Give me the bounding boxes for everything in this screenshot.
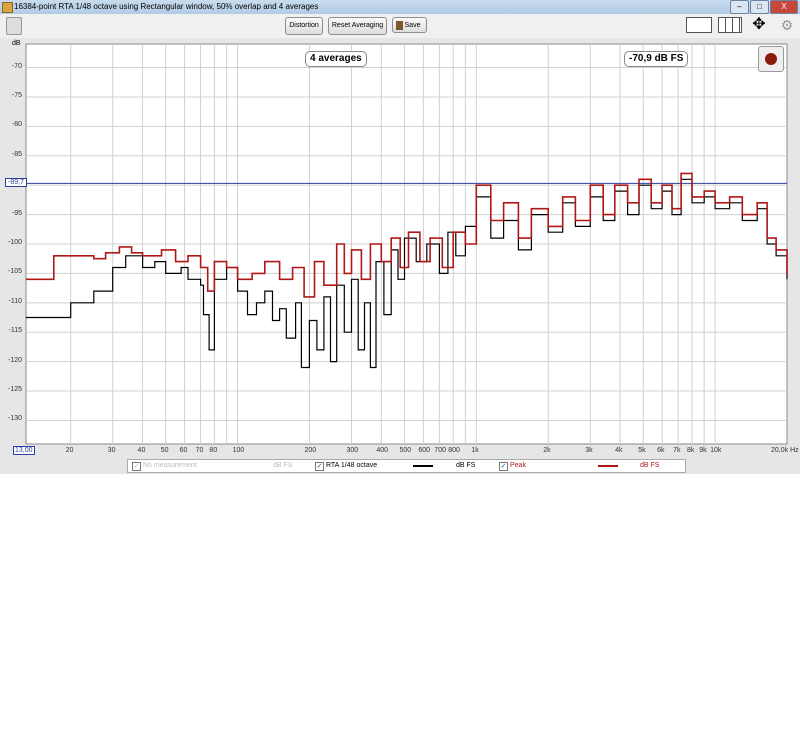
averages-badge: 4 averages	[305, 51, 367, 67]
legend-label: No measurement	[143, 462, 197, 469]
y-tick-label: -110	[8, 297, 23, 305]
x-tick-label: 8k	[686, 447, 695, 454]
y-tick-label: -80	[11, 121, 22, 129]
x-tick-label: 700	[434, 447, 447, 454]
x-tick-label: 500	[399, 447, 412, 454]
x-tick-label: 200	[304, 447, 317, 454]
y-tick-label: -100	[7, 239, 22, 246]
x-tick-label: 50	[160, 447, 169, 454]
y-tick-label: -130	[7, 415, 22, 423]
legend-swatch	[598, 465, 618, 467]
y-tick-label: -85	[11, 150, 22, 158]
cursor-y-readout: -89,7	[5, 178, 27, 187]
record-icon	[765, 53, 777, 65]
x-tick-label: 3k	[585, 447, 593, 454]
y-tick-label: -70	[11, 62, 22, 70]
y-tick-label: -120	[7, 356, 22, 364]
x-tick-label: 600	[418, 447, 431, 454]
y-tick-label: -95	[11, 209, 22, 217]
legend-checkbox-peak[interactable]: ✓	[499, 462, 508, 471]
x-tick-label: 5k	[638, 447, 646, 454]
x-tick-label: 1k	[471, 447, 479, 454]
x-tick-label: 80	[209, 447, 218, 454]
x-tick-label: 2k	[543, 447, 551, 454]
x-tick-label: 60	[179, 447, 188, 454]
x-tick-label: 70	[195, 447, 204, 454]
cursor-x-readout: 13,00	[13, 446, 35, 455]
legend-unit: dB FS	[640, 462, 660, 469]
y-tick-label: -125	[7, 386, 22, 394]
legend-label: Peak	[510, 462, 526, 469]
x-tick-label: 30	[107, 447, 116, 454]
x-tick-label: 400	[376, 447, 388, 454]
x-tick-label: 300	[346, 447, 359, 454]
x-tick-label: 100	[232, 447, 245, 454]
x-tick-label: 40	[137, 447, 146, 454]
x-tick-label: 20,0k Hz	[771, 447, 799, 454]
x-tick-label: 800	[448, 447, 460, 454]
y-tick-label: -75	[11, 91, 22, 99]
legend-unit: dB FS	[456, 462, 476, 469]
record-button[interactable]	[758, 46, 784, 72]
legend-checkbox-no-measurement[interactable]: ✓	[132, 462, 141, 471]
y-tick-label: -115	[8, 327, 23, 335]
legend-unit: dB FS	[273, 462, 293, 469]
x-tick-label: 10k	[710, 447, 722, 454]
y-tick-label: -105	[7, 268, 22, 276]
legend-swatch	[413, 465, 433, 467]
level-readout: -70,9 dB FS	[624, 51, 689, 67]
legend-checkbox-rta[interactable]: ✓	[315, 462, 324, 471]
x-tick-label: 7k	[673, 447, 681, 454]
legend-label: RTA 1/48 octave	[326, 462, 378, 469]
legend: ✓ No measurement dB FS ✓ RTA 1/48 octave…	[127, 459, 686, 473]
x-tick-label: 20	[65, 447, 74, 454]
x-tick-label: 9k	[699, 447, 707, 454]
x-tick-label: 6k	[657, 447, 665, 454]
x-tick-label: 4k	[615, 447, 623, 454]
rta-chart[interactable]	[0, 0, 800, 474]
